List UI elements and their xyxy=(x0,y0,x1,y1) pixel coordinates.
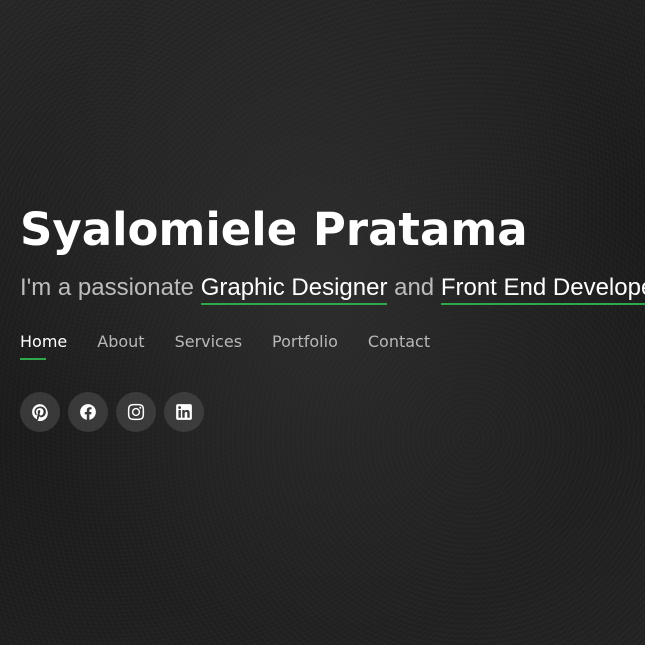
hero-tagline: I'm a passionate Graphic Designer and Fr… xyxy=(20,270,645,306)
tagline-prefix: I'm a passionate xyxy=(20,274,201,301)
pinterest-link[interactable] xyxy=(20,392,60,432)
tagline-connector: and xyxy=(387,274,441,301)
nav-item-home[interactable]: Home xyxy=(20,330,67,360)
social-links xyxy=(20,392,645,432)
main-nav: Home About Services Portfolio Contact xyxy=(20,330,645,360)
tagline-role-graphic-designer: Graphic Designer xyxy=(200,274,388,305)
pinterest-icon xyxy=(32,404,48,421)
instagram-icon xyxy=(127,403,145,421)
facebook-icon xyxy=(80,404,96,420)
nav-item-portfolio[interactable]: Portfolio xyxy=(272,330,338,360)
instagram-link[interactable] xyxy=(116,392,156,432)
hero-name: Syalomiele Pratama xyxy=(20,203,528,256)
nav-item-about[interactable]: About xyxy=(97,330,144,360)
nav-item-contact[interactable]: Contact xyxy=(368,330,430,360)
facebook-link[interactable] xyxy=(68,392,108,432)
tagline-role-front-end-developer: Front End Developer xyxy=(440,274,645,305)
linkedin-link[interactable] xyxy=(164,392,204,432)
linkedin-icon xyxy=(176,404,192,420)
hero-section: Syalomiele Pratama I'm a passionate Grap… xyxy=(20,200,645,432)
nav-item-services[interactable]: Services xyxy=(175,330,242,360)
